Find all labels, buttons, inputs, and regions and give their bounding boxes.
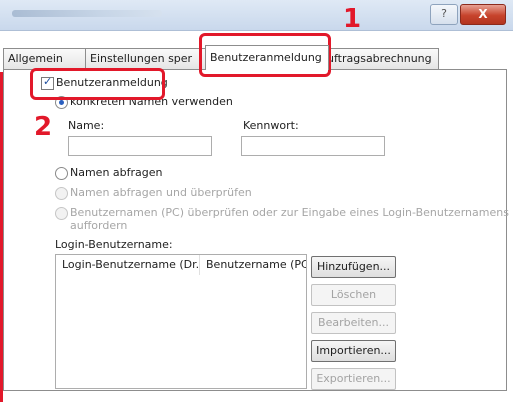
title-bar: ? X: [0, 0, 513, 31]
login-user-list[interactable]: Login-Benutzername (Dr... Benutzername (…: [55, 254, 307, 389]
step-2-callout: 2: [34, 112, 53, 142]
tab-einstellungen-sperren[interactable]: Einstellungen sper: [85, 48, 215, 69]
radio-prompt-verify-label: Namen abfragen und überprüfen: [70, 186, 252, 199]
tab-strip: Allgemein Einstellungen sper Benutzeranm…: [0, 45, 513, 70]
checkbox-highlight-frame: [30, 68, 165, 100]
radio-prompt-name[interactable]: [55, 167, 68, 180]
dialog-window: ? X Allgemein Einstellungen sper Benutze…: [0, 0, 513, 405]
radio-prompt-name-label: Namen abfragen: [70, 166, 163, 179]
radio-prompt-verify[interactable]: [55, 187, 68, 200]
radio-check-pc-name[interactable]: [55, 207, 68, 220]
edit-button[interactable]: Bearbeiten...: [311, 312, 396, 334]
import-button[interactable]: Importieren...: [311, 340, 396, 362]
login-list-title: Login-Benutzername:: [55, 238, 173, 251]
export-button[interactable]: Exportieren...: [311, 368, 396, 390]
add-button[interactable]: Hinzufügen...: [311, 256, 396, 278]
help-button[interactable]: ?: [430, 4, 458, 25]
password-label: Kennwort:: [243, 119, 299, 132]
step-1-callout: 1: [343, 4, 362, 34]
tab-allgemein[interactable]: Allgemein: [3, 48, 93, 69]
delete-button[interactable]: Löschen: [311, 284, 396, 306]
blurred-window-title: [12, 10, 162, 17]
radio-check-pc-name-label-cont: auffordern: [70, 219, 128, 232]
radio-check-pc-name-label: Benutzernamen (PC) überprüfen oder zur E…: [70, 206, 509, 219]
name-label: Name:: [68, 119, 105, 132]
tab-auftragsabrechnung[interactable]: uftragsabrechnung: [322, 48, 439, 69]
close-button[interactable]: X: [460, 4, 506, 25]
column-header-login-user[interactable]: Login-Benutzername (Dr...: [56, 255, 200, 275]
left-edge-marker: [0, 72, 3, 402]
column-header-pc-user[interactable]: Benutzername (PC: [200, 255, 306, 275]
name-field[interactable]: [68, 136, 212, 156]
tab-benutzeranmeldung[interactable]: Benutzeranmeldung: [205, 45, 329, 70]
password-field[interactable]: [241, 136, 385, 156]
